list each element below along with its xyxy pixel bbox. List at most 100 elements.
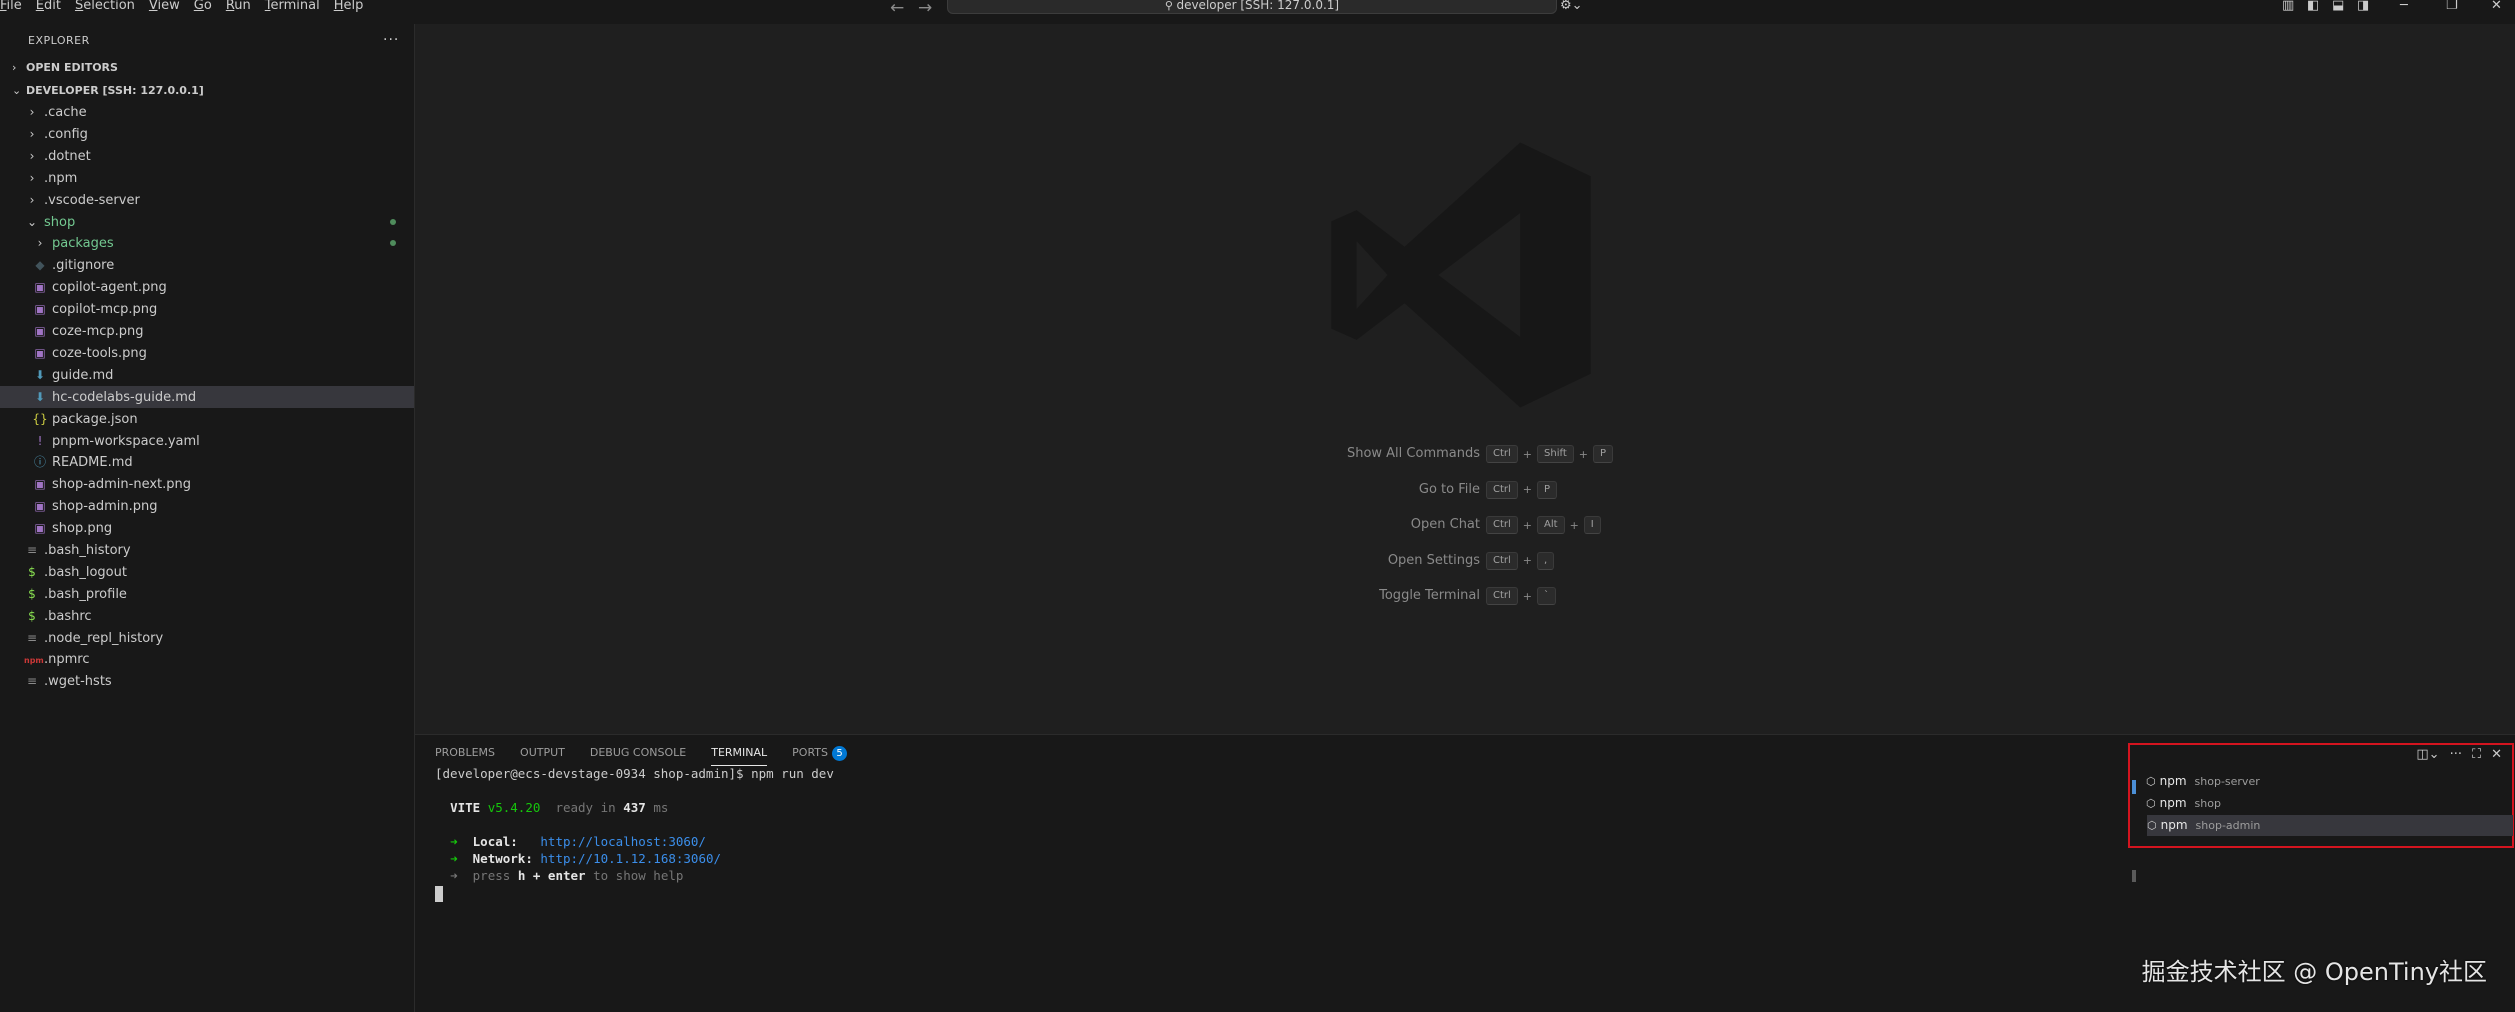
close-panel-icon[interactable]: ✕ [2491,747,2502,762]
file-tree-item[interactable]: › .config [0,123,414,145]
file-tree-item[interactable]: $ .bash_logout [0,561,414,583]
plus-sign: + [1578,447,1588,461]
keycap: P [1592,445,1613,463]
menu-help[interactable]: Help [334,0,364,14]
terminal-output[interactable]: [developer@ecs-devstage-0934 shop-admin]… [435,765,834,902]
keycap: I [1583,516,1601,534]
file-tree-item[interactable]: › .dotnet [0,145,414,167]
tab-problems[interactable]: PROBLEMS [435,744,495,766]
tab-output[interactable]: OUTPUT [520,744,565,766]
ms-unit: ms [653,800,669,815]
file-tree-label: .npmrc [44,651,90,667]
terminal-prompt: [developer@ecs-devstage-0934 shop-admin]… [435,766,834,781]
toggle-sidebar-icon[interactable]: ◧ [2307,0,2319,13]
open-editors-section[interactable]: › OPEN EDITORS [12,57,118,79]
toggle-secondary-sidebar-icon[interactable]: ◨ [2357,0,2369,13]
image-file-icon: ▣ [34,302,46,317]
shell-icon: $ [28,608,36,623]
menu-go[interactable]: Go [194,0,212,14]
close-window-icon[interactable]: ✕ [2491,0,2502,13]
forward-arrow-icon[interactable]: → [918,0,932,18]
more-actions-icon[interactable]: ··· [2450,747,2462,762]
file-tree-item[interactable]: ⌄ shop [0,211,414,233]
minimize-icon[interactable]: ─ [2400,0,2408,13]
local-url[interactable]: http://localhost:3060/ [540,834,706,849]
keycap: , [1537,551,1555,570]
copilot-icon[interactable]: ⚙⌄ [1560,0,1583,13]
image-file-icon: ▣ [34,280,46,295]
json-icon: {} [32,411,48,426]
menu-run[interactable]: Run [226,0,251,14]
restore-icon[interactable]: ❐ [2446,0,2458,13]
modified-dot-icon [390,240,396,247]
network-url[interactable]: http://10.1.12.168:3060/ [540,851,721,866]
file-tree-item[interactable]: › .cache [0,101,414,123]
terminal-tabs-list: ◫⌄ ··· ⛶ ✕ ⬡ npm shop-server ⬡ npm shop ⬡ npm sh… [2128,743,2514,848]
shell-icon: $ [28,564,36,579]
terminal-list-item[interactable]: ⬡ npm shop-server [2146,771,2512,792]
layout-customize-icon[interactable]: ▥ [2282,0,2294,13]
ready-ms: 437 [623,800,646,815]
menu-terminal[interactable]: Terminal [265,0,320,14]
tab-ports[interactable]: PORTS 5 [792,744,847,766]
file-tree-item[interactable]: ⓘ README.md [0,451,414,473]
file-tree-item[interactable]: › .npm [0,167,414,189]
keycap: Shift [1537,445,1574,463]
shell-icon: $ [28,586,36,601]
chevron-right-icon: › [29,105,35,119]
shortcut-keys: Ctrl + Shift + P [1486,444,1613,464]
file-tree-item[interactable]: ▣ shop-admin.png [0,495,414,517]
file-tree-item[interactable]: ⬇ hc-codelabs-guide.md [0,385,414,408]
tab-terminal[interactable]: TERMINAL [711,744,767,766]
file-tree-item[interactable]: ▣ coze-mcp.png [0,320,414,342]
menu-edit[interactable]: Edit [36,0,61,14]
network-label: Network: [472,851,533,866]
file-tree-item[interactable]: npm.npmrc [0,649,414,671]
explorer-title: EXPLORER [28,34,90,47]
file-tree-item[interactable]: ▣ coze-tools.png [0,342,414,364]
file-tree-item[interactable]: {} package.json [0,408,414,430]
more-actions-icon[interactable]: ··· [383,32,399,48]
file-tree-label: .config [44,126,88,142]
terminal-list-item[interactable]: ⬡ npm shop-admin [2147,815,2513,836]
terminal-name: npm [2159,774,2187,788]
terminal-list-item[interactable]: ⬡ npm shop [2146,793,2512,814]
keycap: P [1537,480,1558,499]
back-arrow-icon[interactable]: ← [890,0,904,18]
plus-sign: + [1522,589,1533,603]
file-tree-item[interactable]: $ .bashrc [0,605,414,627]
file-tree-item[interactable]: ▣ copilot-mcp.png [0,298,414,320]
workspace-section[interactable]: ⌄ DEVELOPER [SSH: 127.0.0.1] [12,80,204,102]
chevron-down-icon: ⌄ [26,214,38,229]
command-center[interactable]: ⚲ developer [SSH: 127.0.0.1] [947,0,1557,14]
file-tree-label: .bash_logout [44,564,127,580]
panel-tabs: PROBLEMS OUTPUT DEBUG CONSOLE TERMINAL P… [435,744,872,766]
file-tree-item[interactable]: ▣ shop.png [0,517,414,539]
file-tree-item[interactable]: ⬇ guide.md [0,364,414,386]
file-tree-item[interactable]: › packages [0,232,414,254]
menu-view[interactable]: View [149,0,180,14]
terminal-cwd: shop [2194,797,2221,810]
file-tree-item[interactable]: ▣ shop-admin-next.png [0,473,414,495]
maximize-panel-icon[interactable]: ⛶ [2472,747,2481,762]
menu-selection[interactable]: Selection [75,0,135,14]
arrow-icon: ➜ [450,868,458,883]
toggle-panel-icon[interactable]: ⬓ [2332,0,2344,13]
file-tree-item[interactable]: ! pnpm-workspace.yaml [0,430,414,452]
plus-sign: + [1522,447,1533,461]
shortcut-keys: Ctrl + ` [1486,586,1557,606]
file-tree-item[interactable]: ≡ .wget-hsts [0,670,414,692]
file-tree-item[interactable]: › .vscode-server [0,189,414,211]
file-tree-item[interactable]: ≡ .node_repl_history [0,627,414,649]
text-file-icon: ≡ [26,543,38,557]
keycap: ` [1537,587,1557,605]
file-tree-label: shop.png [52,521,113,537]
file-tree-item[interactable]: ▣ copilot-agent.png [0,276,414,298]
file-tree-item[interactable]: ◆ .gitignore [0,254,414,276]
tab-debug-console[interactable]: DEBUG CONSOLE [590,744,686,766]
file-tree-item[interactable]: $ .bash_profile [0,583,414,605]
chevron-right-icon: › [12,61,17,74]
split-terminal-icon[interactable]: ◫⌄ [2416,747,2439,762]
file-tree-item[interactable]: ≡ .bash_history [0,539,414,561]
menu-file[interactable]: File [0,0,22,14]
